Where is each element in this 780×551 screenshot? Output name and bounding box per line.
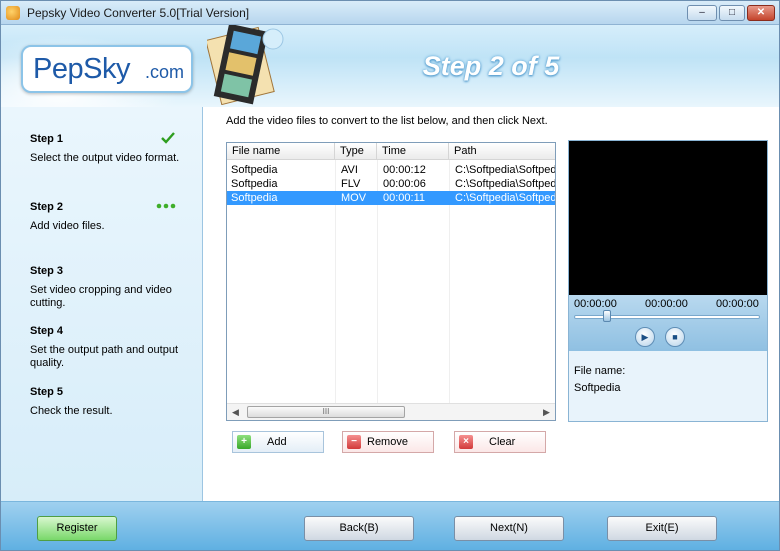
cell-file-name: Softpedia — [231, 178, 278, 190]
stop-button[interactable]: ■ — [665, 327, 685, 347]
play-icon: ▶ — [641, 332, 649, 342]
cell-path: C:\Softpedia\Softpedia.flv — [455, 178, 555, 190]
cell-time: 00:00:06 — [383, 178, 426, 190]
step-2-desc: Add video files. — [30, 220, 105, 232]
next-button[interactable]: Next(N) — [454, 516, 564, 541]
step-5: Step 5 Check the result. — [30, 386, 195, 418]
step-title: Step 2 of 5 — [422, 51, 560, 81]
stop-icon: ■ — [672, 332, 678, 342]
column-header-path[interactable]: Path — [449, 143, 555, 160]
remove-button[interactable]: − Remove — [342, 431, 434, 453]
maximize-button[interactable]: □ — [719, 5, 745, 21]
seek-track[interactable] — [574, 315, 760, 319]
time-start: 00:00:00 — [574, 298, 617, 310]
scroll-left-arrow-icon[interactable]: ◀ — [232, 407, 239, 418]
instruction-text: Add the video files to convert to the li… — [226, 115, 548, 127]
clear-icon: × — [459, 435, 473, 449]
cell-path: C:\Softpedia\Softpedia.mov — [455, 192, 555, 204]
play-button[interactable]: ▶ — [635, 327, 655, 347]
steps-sidebar: Step 1 Select the output video format. S… — [1, 107, 203, 501]
step-3-desc: Set video cropping and video cutting. — [30, 284, 172, 309]
player-controls: 00:00:00 00:00:00 00:00:00 ▶ ■ — [569, 295, 767, 351]
film-reel-icon — [207, 25, 284, 105]
window-title: Pepsky Video Converter 5.0[Trial Version… — [27, 6, 250, 20]
cell-type: AVI — [341, 164, 358, 176]
list-header: File name Type Time Path — [227, 143, 555, 160]
preview-player: 00:00:00 00:00:00 00:00:00 ▶ ■ File name… — [568, 140, 768, 422]
step-4-desc: Set the output path and output quality. — [30, 344, 179, 369]
app-icon — [6, 6, 20, 20]
cell-time: 00:00:11 — [383, 192, 426, 204]
step-2: Step 2 Add video files. — [30, 201, 195, 233]
step-5-title: Step 5 — [30, 386, 64, 398]
column-header-time[interactable]: Time — [377, 143, 449, 160]
logo-suffix: .com — [145, 62, 185, 82]
table-row-selected[interactable]: Softpedia MOV 00:00:11 C:\Softpedia\Soft… — [227, 191, 555, 205]
header-banner: PepSky .com Step 2 of 5 — [1, 25, 779, 107]
content-panel: Add the video files to convert to the li… — [204, 107, 779, 501]
seek-slider-handle[interactable] — [603, 310, 611, 322]
minimize-button[interactable]: – — [687, 5, 717, 21]
table-row[interactable]: Softpedia FLV 00:00:06 C:\Softpedia\Soft… — [227, 177, 555, 191]
scroll-thumb[interactable]: III — [247, 406, 405, 418]
remove-icon: − — [347, 435, 361, 449]
horizontal-scrollbar[interactable]: ◀ III ▶ — [227, 403, 555, 420]
scroll-right-arrow-icon[interactable]: ▶ — [543, 407, 550, 418]
step-4: Step 4 Set the output path and output qu… — [30, 325, 195, 370]
register-button[interactable]: Register — [37, 516, 117, 541]
clear-label: Clear — [489, 436, 516, 448]
main-window: Pepsky Video Converter 5.0[Trial Version… — [0, 0, 780, 551]
video-preview-screen — [569, 141, 767, 295]
step-1: Step 1 Select the output video format. — [30, 132, 195, 165]
file-name-label: File name: — [574, 365, 626, 377]
step-3: Step 3 Set video cropping and video cutt… — [30, 265, 195, 310]
step-5-desc: Check the result. — [30, 405, 113, 417]
cell-file-name: Softpedia — [231, 192, 278, 204]
in-progress-dots-icon — [156, 203, 176, 209]
cell-type: MOV — [341, 192, 367, 204]
file-name-value: Softpedia — [574, 382, 621, 394]
add-button[interactable]: + Add — [232, 431, 324, 453]
step-4-title: Step 4 — [30, 325, 64, 337]
cell-path: C:\Softpedia\Softpedia.avi — [455, 164, 555, 176]
time-current: 00:00:00 — [645, 298, 688, 310]
exit-button[interactable]: Exit(E) — [607, 516, 717, 541]
back-button[interactable]: Back(B) — [304, 516, 414, 541]
add-icon: + — [237, 435, 251, 449]
remove-label: Remove — [367, 436, 408, 448]
file-info-panel: File name: Softpedia — [569, 351, 767, 421]
column-header-type[interactable]: Type — [335, 143, 377, 160]
add-label: Add — [267, 436, 287, 448]
step-1-desc: Select the output video format. — [30, 152, 180, 164]
check-icon — [161, 132, 175, 144]
title-bar[interactable]: Pepsky Video Converter 5.0[Trial Version… — [1, 1, 779, 25]
logo-name: PepSky — [33, 53, 130, 85]
cell-type: FLV — [341, 178, 361, 190]
video-file-list[interactable]: File name Type Time Path Softpedia AVI 0… — [226, 142, 556, 421]
time-end: 00:00:00 — [716, 298, 759, 310]
table-row[interactable]: Softpedia AVI 00:00:12 C:\Softpedia\Soft… — [227, 163, 555, 177]
footer-bar: Register Back(B) Next(N) Exit(E) — [1, 501, 779, 550]
cell-file-name: Softpedia — [231, 164, 278, 176]
clear-button[interactable]: × Clear — [454, 431, 546, 453]
step-3-title: Step 3 — [30, 265, 64, 277]
cell-time: 00:00:12 — [383, 164, 426, 176]
column-header-file-name[interactable]: File name — [227, 143, 335, 160]
close-button[interactable]: ✕ — [747, 5, 775, 21]
pepsky-logo: PepSky .com — [21, 45, 193, 93]
